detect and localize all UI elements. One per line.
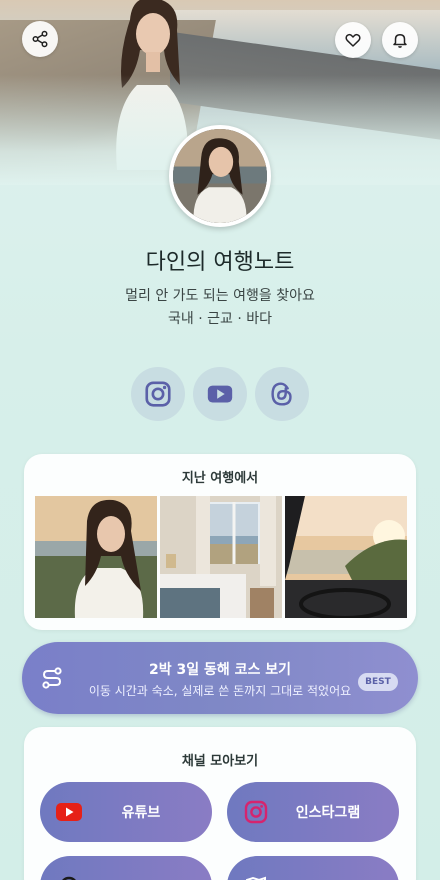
channel-youtube-button[interactable]: 유튜브 <box>40 782 212 842</box>
recent-trips-card: 지난 여행에서 <box>24 454 416 630</box>
channel-button-partial-2[interactable] <box>227 856 399 880</box>
youtube-icon <box>207 385 233 403</box>
course-button[interactable]: 2박 3일 동해 코스 보기 이동 시간과 숙소, 실제로 쓴 돈까지 그대로 … <box>22 642 418 714</box>
heart-icon <box>345 33 361 47</box>
youtube-icon <box>56 803 82 821</box>
share-button[interactable] <box>22 21 58 57</box>
channel-button-partial[interactable] <box>40 856 212 880</box>
best-badge: BEST <box>358 673 398 691</box>
avatar <box>169 125 271 227</box>
channel-instagram-button[interactable]: 인스타그램 <box>227 782 399 842</box>
profile-title: 다인의 여행노트 <box>145 250 295 275</box>
instagram-link[interactable] <box>131 367 185 421</box>
instagram-icon <box>145 381 171 407</box>
profile-subtitle: 멀리 안 가도 되는 여행을 찾아요 <box>125 288 315 304</box>
recent-trips-title: 지난 여행에서 <box>181 471 259 486</box>
map-icon <box>246 876 266 880</box>
like-button[interactable] <box>335 22 371 58</box>
share-icon <box>32 30 48 48</box>
threads-link[interactable] <box>255 367 309 421</box>
notification-button[interactable] <box>382 22 418 58</box>
photo-row <box>35 496 407 618</box>
photo-car-sunset[interactable] <box>285 496 407 618</box>
profile-tags: 국내 · 근교 · 바다 <box>168 311 272 327</box>
instagram-icon <box>244 800 268 824</box>
bell-icon <box>393 34 407 48</box>
youtube-link[interactable] <box>193 367 247 421</box>
threads-icon <box>62 876 76 880</box>
channels-card: 채널 모아보기 유튜브 인스타그램 <box>24 727 416 880</box>
photo-hotel-room[interactable] <box>160 496 282 618</box>
threads-icon <box>271 382 292 406</box>
photo-portrait-seaside[interactable] <box>35 496 157 618</box>
channels-title: 채널 모아보기 <box>181 754 259 769</box>
